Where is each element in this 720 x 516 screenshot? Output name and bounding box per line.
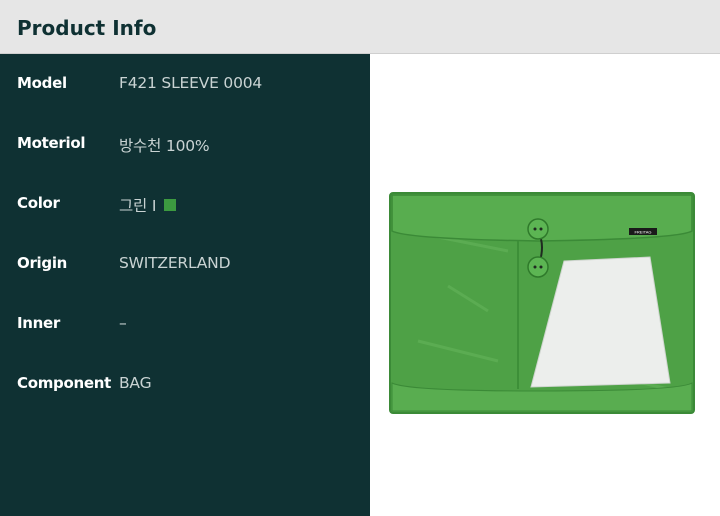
spec-value-inner: – <box>119 314 127 332</box>
product-image-area: FREITAG <box>370 54 720 516</box>
spec-label-origin: Origin <box>17 254 68 272</box>
product-image: FREITAG <box>389 192 695 414</box>
color-swatch <box>164 199 177 211</box>
spec-label-material: Moteriol <box>17 134 86 152</box>
spec-row-inner: Inner – <box>0 314 370 338</box>
spec-value-origin: SWITZERLAND <box>119 254 231 272</box>
spec-value-color: 그린 I <box>119 194 177 216</box>
spec-label-component: Component <box>17 374 111 392</box>
spec-row-origin: Origin SWITZERLAND <box>0 254 370 278</box>
spec-value-component: BAG <box>119 374 152 392</box>
header-bar: Product Info <box>0 0 720 54</box>
spec-row-material: Moteriol 방수천 100% <box>0 134 370 158</box>
spec-row-color: Color 그린 I <box>0 194 370 218</box>
page-title: Product Info <box>17 16 157 40</box>
color-name: 그린 I <box>119 197 157 215</box>
spec-value-model: F421 SLEEVE 0004 <box>119 74 263 92</box>
spec-row-component: Component BAG <box>0 374 370 398</box>
closure-button-bottom <box>527 256 549 278</box>
closure-button-top <box>527 218 549 240</box>
spec-value-material: 방수천 100% <box>119 137 210 155</box>
spec-panel: Model F421 SLEEVE 0004 Moteriol 방수천 100%… <box>0 54 370 516</box>
spec-row-model: Model F421 SLEEVE 0004 <box>0 74 370 98</box>
brand-tag-text: FREITAG <box>634 230 651 235</box>
spec-label-color: Color <box>17 194 60 212</box>
spec-label-inner: Inner <box>17 314 61 332</box>
spec-label-model: Model <box>17 74 67 92</box>
